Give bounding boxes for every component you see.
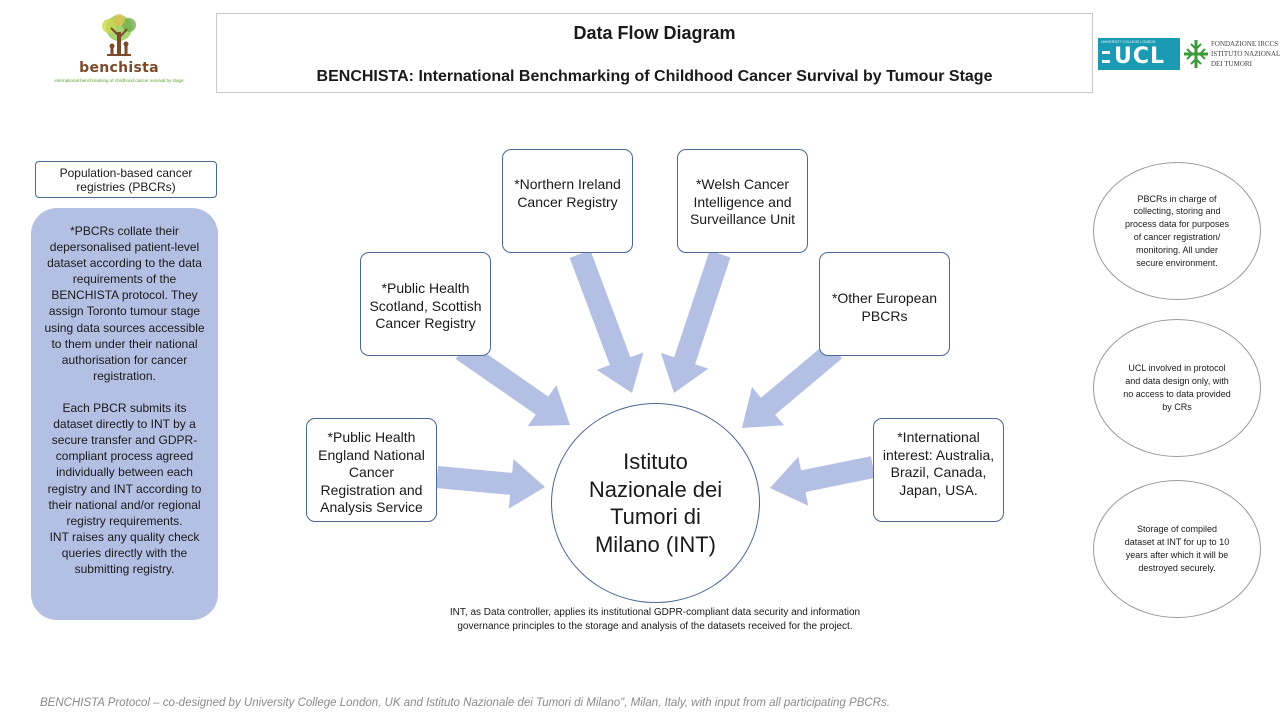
- pbcr-description-panel: *PBCRs collate their depersonalised pati…: [31, 208, 218, 620]
- title-box: Data Flow Diagram BENCHISTA: Internation…: [216, 13, 1093, 93]
- registry-label: *Northern Ireland Cancer Registry: [514, 176, 621, 210]
- registry-box-wales: *Welsh Cancer Intelligence and Surveilla…: [677, 149, 808, 253]
- int-center-node: Istituto Nazionale dei Tumori di Milano …: [551, 403, 760, 603]
- ucl-portico-icon: [1102, 51, 1110, 63]
- benchista-wordmark: benchista: [79, 60, 159, 76]
- side-note-ucl-role: UCL involved in protocol and data design…: [1093, 319, 1261, 457]
- pbcr-label-box: Population-based cancer registries (PBCR…: [35, 161, 217, 198]
- ucl-logo: UNIVERSITY COLLEGE LONDON UCL: [1098, 38, 1180, 70]
- int-controller-note: INT, as Data controller, applies its ins…: [449, 607, 861, 632]
- side-note-pbcr-responsibility: PBCRs in charge of collecting, storing a…: [1093, 162, 1261, 300]
- benchista-logo: benchista international benchmarking of …: [34, 14, 204, 94]
- arrow-from-international: [770, 456, 876, 506]
- registry-label: *Welsh Cancer Intelligence and Surveilla…: [689, 176, 796, 227]
- arrow-from-wales: [660, 250, 731, 393]
- page-title: Data Flow Diagram: [573, 23, 736, 43]
- arrow-from-northern-ireland: [569, 250, 644, 393]
- registry-box-northern-ireland: *Northern Ireland Cancer Registry: [502, 149, 633, 253]
- int-logo-text: FONDAZIONE IRCCS ISTITUTO NAZIONALE DEI …: [1211, 40, 1280, 68]
- benchista-tagline: international benchmarking of childhood …: [54, 78, 184, 83]
- arrow-from-england: [436, 459, 545, 509]
- registry-box-england: *Public Health England National Cancer R…: [306, 418, 437, 522]
- partner-logos: UNIVERSITY COLLEGE LONDON UCL FONDAZIONE…: [1098, 38, 1280, 72]
- side-note-data-storage: Storage of compiled dataset at INT for u…: [1093, 480, 1261, 618]
- registry-label: *International interest: Australia, Braz…: [882, 429, 995, 498]
- footer-credit: BENCHISTA Protocol – co-designed by Univ…: [40, 697, 890, 709]
- registry-box-international: *International interest: Australia, Braz…: [873, 418, 1004, 522]
- int-cross-icon: [1184, 40, 1208, 68]
- page-subtitle: BENCHISTA: International Benchmarking of…: [316, 68, 993, 85]
- tree-icon: [89, 14, 149, 58]
- registry-label: *Other European PBCRs: [831, 290, 938, 324]
- ucl-wordmark: UCL: [1114, 44, 1166, 69]
- registry-label: *Public Health England National Cancer R…: [318, 429, 425, 515]
- registry-label: *Public Health Scotland, Scottish Cancer…: [369, 280, 482, 331]
- int-center-label: Istituto Nazionale dei Tumori di Milano …: [588, 449, 723, 557]
- registry-box-scotland: *Public Health Scotland, Scottish Cancer…: [360, 252, 491, 356]
- registry-box-other-european: *Other European PBCRs: [819, 252, 950, 356]
